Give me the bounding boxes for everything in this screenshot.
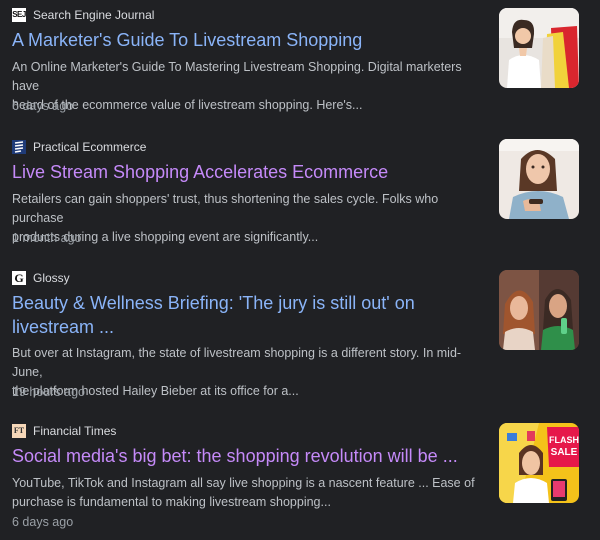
glossy-logo-icon: G <box>12 271 26 285</box>
thumbnail-image-woman-clothes <box>499 8 579 88</box>
source-row: Practical Ecommerce <box>12 138 146 156</box>
source-row: G Glossy <box>12 269 70 287</box>
article-snippet: Retailers can gain shoppers' trust, thus… <box>12 190 486 247</box>
practical-ecommerce-mark-icon <box>12 140 26 154</box>
source-name: Search Engine Journal <box>33 8 155 22</box>
snippet-line: An Online Marketer's Guide To Mastering … <box>12 60 462 93</box>
article-title-link[interactable]: Live Stream Shopping Accelerates Ecommer… <box>12 160 482 184</box>
thumbnail-image-presenter <box>499 139 579 219</box>
source-name: Practical Ecommerce <box>33 140 147 154</box>
article-thumbnail[interactable]: FLASH SALE <box>499 423 579 503</box>
source-name: Financial Times <box>33 424 117 438</box>
news-card[interactable]: G Glossy Beauty & Wellness Briefing: 'Th… <box>0 269 600 399</box>
news-card[interactable]: Practical Ecommerce Live Stream Shopping… <box>0 138 600 258</box>
article-age: 6 days ago <box>12 515 74 529</box>
snippet-line: purchase is fundamental to making livest… <box>12 495 331 509</box>
thumbnail-image-flash-sale: FLASH SALE <box>499 423 579 503</box>
news-card[interactable]: SEJ Search Engine Journal A Marketer's G… <box>0 6 600 126</box>
source-name: Glossy <box>33 271 70 285</box>
article-age: 19 hours ago <box>12 385 85 399</box>
flash-text: FLASH <box>549 435 579 445</box>
article-age: 1 month ago <box>12 231 82 245</box>
article-title-link[interactable]: Beauty & Wellness Briefing: 'The jury is… <box>12 291 482 339</box>
snippet-line: Retailers can gain shoppers' trust, thus… <box>12 192 439 225</box>
title-line: livestream ... <box>12 317 115 337</box>
thumbnail-image-two-influencers <box>499 270 579 350</box>
snippet-line: YouTube, TikTok and Instagram all say li… <box>12 476 475 490</box>
sej-logo-icon: SEJ <box>12 8 26 22</box>
article-thumbnail[interactable] <box>499 270 579 350</box>
sale-text: SALE <box>551 447 578 458</box>
news-results-feed: SEJ Search Engine Journal A Marketer's G… <box>0 0 600 540</box>
news-card[interactable]: FT Financial Times Social media's big be… <box>0 422 600 540</box>
article-title-link[interactable]: A Marketer's Guide To Livestream Shoppin… <box>12 28 482 52</box>
snippet-line: But over at Instagram, the state of live… <box>12 346 462 379</box>
snippet-line: heard of the ecommerce value of livestre… <box>12 98 363 112</box>
ft-logo-icon: FT <box>12 424 26 438</box>
title-line: Beauty & Wellness Briefing: 'The jury is… <box>12 293 415 313</box>
practical-ecommerce-logo-icon <box>12 140 26 154</box>
article-thumbnail[interactable] <box>499 8 579 88</box>
source-row: SEJ Search Engine Journal <box>12 6 154 24</box>
article-title-link[interactable]: Social media's big bet: the shopping rev… <box>12 444 482 468</box>
snippet-line: products during a live shopping event ar… <box>12 230 319 244</box>
article-snippet: An Online Marketer's Guide To Mastering … <box>12 58 486 115</box>
article-age: 6 days ago <box>12 99 74 113</box>
source-row: FT Financial Times <box>12 422 116 440</box>
article-thumbnail[interactable] <box>499 139 579 219</box>
article-snippet: YouTube, TikTok and Instagram all say li… <box>12 474 486 512</box>
